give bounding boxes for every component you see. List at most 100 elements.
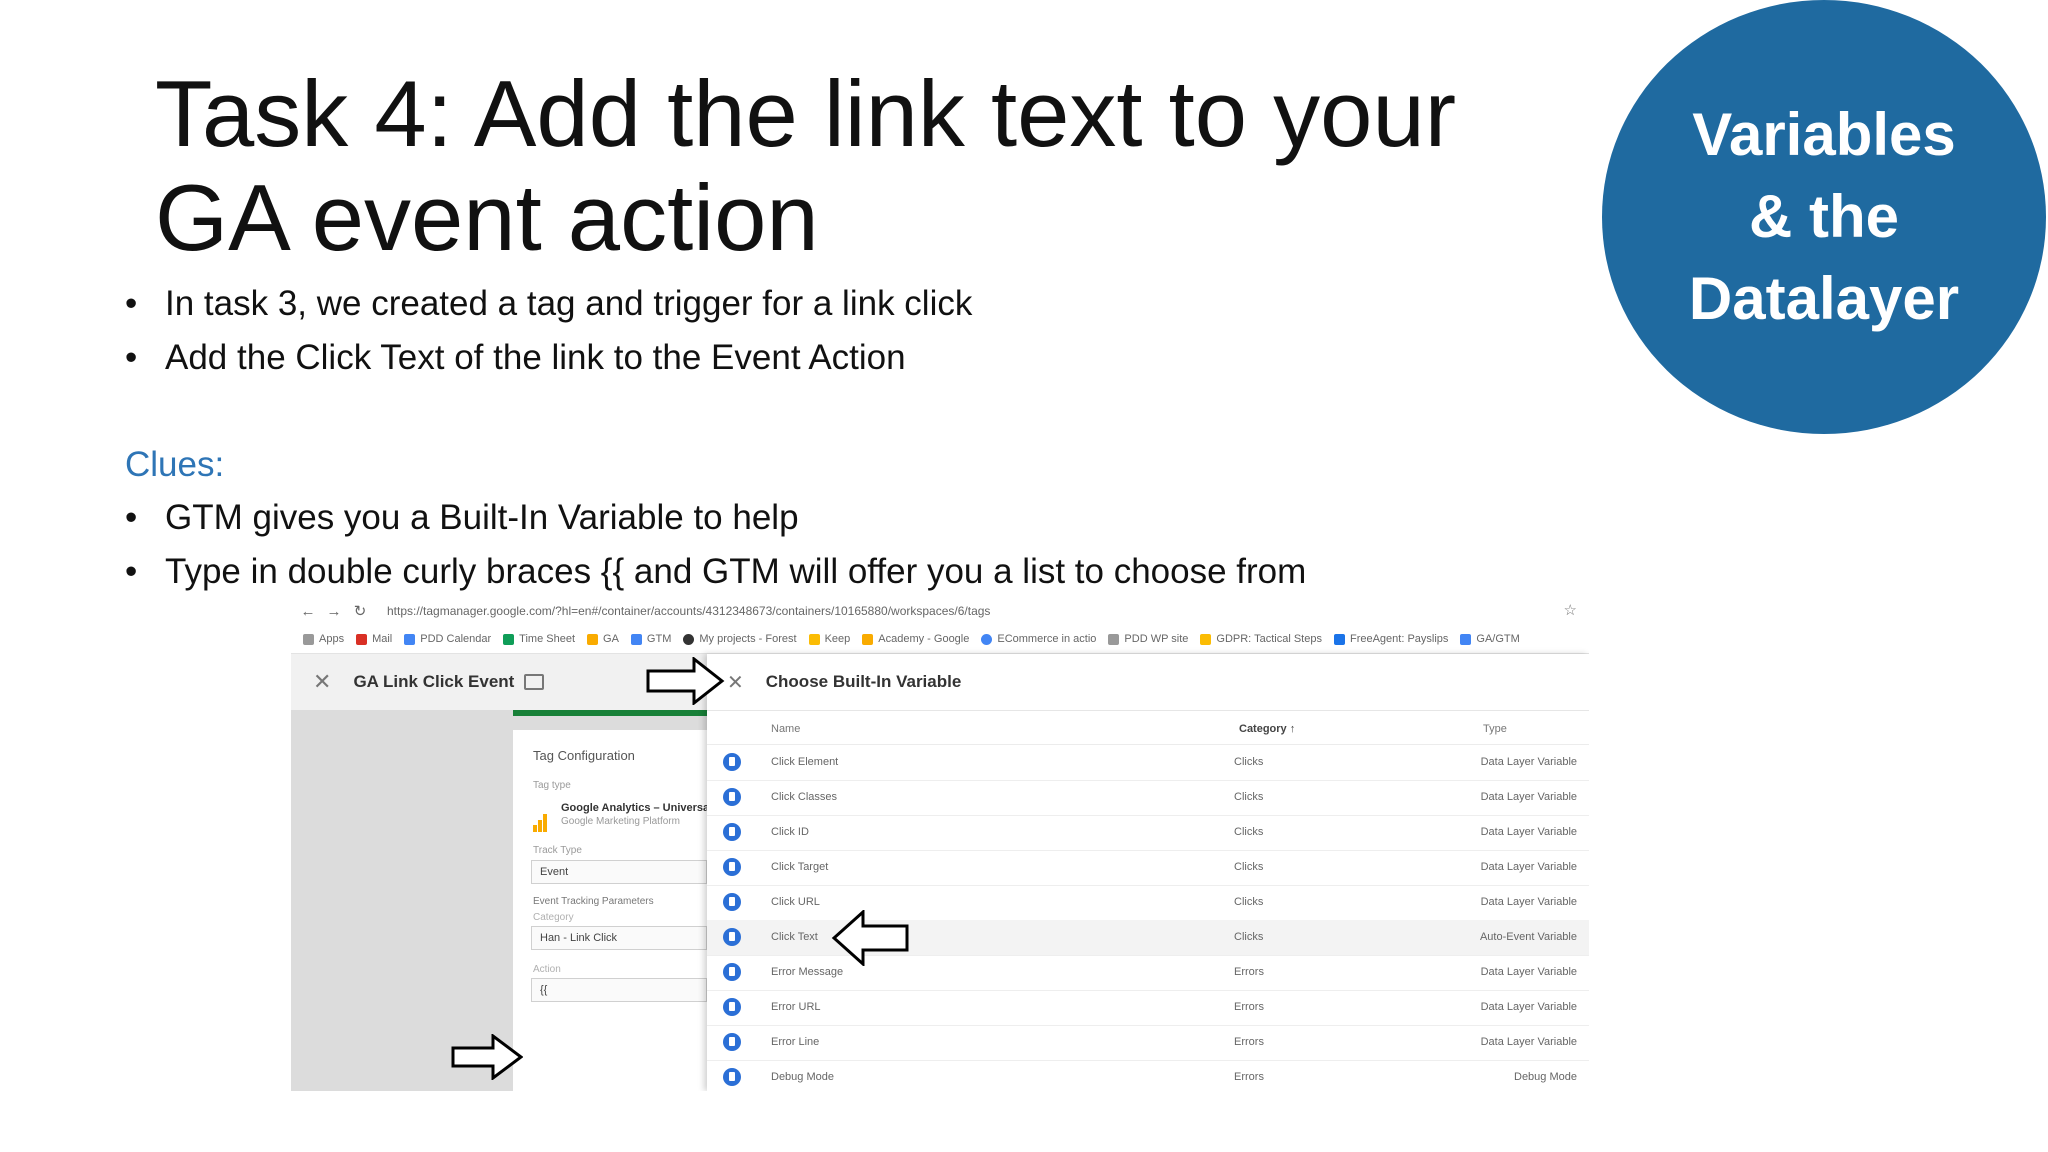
variable-name: Click Target — [771, 861, 829, 873]
variable-row[interactable]: Error URL Errors Data Layer Variable — [707, 990, 1589, 1026]
clues-heading: Clues: — [125, 445, 225, 484]
bullet-item: GTM gives you a Built-In Variable to hel… — [125, 491, 1306, 545]
topic-badge: Variables & the Datalayer — [1602, 0, 2046, 434]
tag-type-subtitle: Google Marketing Platform — [561, 816, 680, 827]
bookmark-item[interactable]: ECommerce in actio — [981, 633, 1096, 645]
back-icon[interactable]: ← — [299, 603, 317, 620]
variable-icon — [723, 1033, 741, 1051]
variable-category: Errors — [1234, 966, 1264, 978]
bookmark-item[interactable]: GA — [587, 633, 619, 645]
column-headers: Name Category ↑ Type — [707, 714, 1589, 745]
keep-icon — [808, 633, 820, 645]
action-input[interactable]: {{ — [531, 978, 707, 1002]
variable-type: Data Layer Variable — [1480, 1036, 1577, 1048]
arrow-left-icon — [831, 910, 909, 966]
analytics-icon — [862, 633, 874, 645]
gtm-icon — [630, 633, 642, 645]
variable-type: Data Layer Variable — [1480, 791, 1577, 803]
variable-row[interactable]: Click Classes Clicks Data Layer Variable — [707, 780, 1589, 816]
category-input[interactable]: Han - Link Click — [531, 926, 707, 950]
analytics-icon — [587, 633, 599, 645]
variable-type: Data Layer Variable — [1480, 966, 1577, 978]
calendar-icon — [404, 633, 416, 645]
task-bullets: In task 3, we created a tag and trigger … — [125, 277, 972, 385]
variable-name: Click URL — [771, 896, 820, 908]
variable-type: Data Layer Variable — [1480, 1001, 1577, 1013]
analytics-icon — [533, 814, 549, 832]
variable-icon — [723, 963, 741, 981]
bullet-item: Type in double curly braces {{ and GTM w… — [125, 545, 1306, 599]
bookmark-item[interactable]: Apps — [303, 633, 344, 645]
slide-title: Task 4: Add the link text to your GA eve… — [155, 61, 1457, 270]
bullet-item: Add the Click Text of the link to the Ev… — [125, 331, 972, 385]
tag-card-accent — [513, 710, 707, 716]
url-text[interactable]: https://tagmanager.google.com/?hl=en#/co… — [387, 604, 1487, 618]
variable-category: Errors — [1234, 1036, 1264, 1048]
variable-name: Click Text — [771, 931, 818, 943]
chooser-title: Choose Built-In Variable — [765, 672, 962, 691]
badge-line: Datalayer — [1688, 265, 1960, 332]
variable-category: Errors — [1234, 1001, 1264, 1013]
variable-icon — [723, 823, 741, 841]
close-icon[interactable]: ✕ — [313, 669, 331, 695]
variable-category: Clicks — [1234, 791, 1264, 803]
column-type[interactable]: Type — [1483, 723, 1507, 735]
variable-category: Clicks — [1234, 826, 1264, 838]
star-icon[interactable]: ☆ — [1564, 601, 1577, 619]
bookmark-item[interactable]: Academy - Google — [862, 633, 969, 645]
variable-row[interactable]: Click Element Clicks Data Layer Variable — [707, 745, 1589, 781]
variable-icon — [723, 753, 741, 771]
variable-icon — [723, 1068, 741, 1086]
address-bar: ← → ↻ https://tagmanager.google.com/?hl=… — [291, 597, 1589, 625]
bookmark-item[interactable]: Time Sheet — [503, 633, 575, 645]
bookmark-item[interactable]: GTM — [630, 633, 671, 645]
field-label: Action — [533, 964, 561, 975]
bookmark-item[interactable]: FreeAgent: Payslips — [1333, 633, 1448, 645]
forward-icon[interactable]: → — [325, 603, 343, 620]
link-icon — [1333, 633, 1345, 645]
variable-icon — [723, 928, 741, 946]
variable-row[interactable]: Click Target Clicks Data Layer Variable — [707, 850, 1589, 886]
gtm-screenshot: ← → ↻ https://tagmanager.google.com/?hl=… — [291, 597, 1589, 1091]
bookmark-item[interactable]: Mail — [356, 633, 392, 645]
tag-configuration-card: Tag Configuration Tag type Google Analyt… — [513, 730, 712, 1091]
field-label: Tag type — [533, 780, 571, 791]
column-name[interactable]: Name — [771, 723, 800, 735]
track-type-select[interactable]: Event — [531, 860, 707, 884]
tag-name[interactable]: GA Link Click Event — [353, 672, 514, 692]
variable-name: Error Line — [771, 1036, 820, 1048]
tag-type-name[interactable]: Google Analytics – Universal — [561, 802, 712, 814]
github-icon — [683, 633, 695, 645]
variable-name: Click Classes — [771, 791, 838, 803]
reload-icon[interactable]: ↻ — [351, 602, 369, 620]
bookmark-item[interactable]: Keep — [808, 633, 850, 645]
variable-icon — [723, 998, 741, 1016]
badge-line: Variables — [1692, 101, 1956, 168]
folder-icon[interactable] — [524, 674, 545, 690]
variable-row[interactable]: Click ID Clicks Data Layer Variable — [707, 815, 1589, 851]
bookmarks-bar: Apps Mail PDD Calendar Time Sheet GA GTM… — [291, 625, 1589, 654]
variable-type: Auto-Event Variable — [1479, 931, 1577, 943]
variable-category: Errors — [1234, 1071, 1264, 1083]
badge-line: & the — [1749, 183, 1899, 250]
bookmark-item[interactable]: GDPR: Tactical Steps — [1200, 633, 1322, 645]
variable-row[interactable]: Debug Mode Errors Debug Mode — [707, 1060, 1589, 1091]
bookmark-item[interactable]: PDD Calendar — [404, 633, 491, 645]
variable-category: Clicks — [1234, 896, 1264, 908]
variable-name: Error URL — [771, 1001, 821, 1013]
bullet-item: In task 3, we created a tag and trigger … — [125, 277, 972, 331]
column-category[interactable]: Category ↑ — [1239, 723, 1295, 735]
bookmark-item[interactable]: PDD WP site — [1108, 633, 1188, 645]
field-label: Track Type — [533, 845, 582, 856]
variable-name: Click Element — [771, 756, 839, 768]
variable-category: Clicks — [1234, 861, 1264, 873]
section-title: Tag Configuration — [533, 748, 635, 763]
variable-row[interactable]: Error Line Errors Data Layer Variable — [707, 1025, 1589, 1061]
variable-category: Clicks — [1234, 756, 1264, 768]
bookmark-item[interactable]: My projects - Forest — [683, 633, 797, 645]
field-label: Category — [533, 912, 574, 923]
bookmark-item[interactable]: GA/GTM — [1460, 633, 1520, 645]
variable-type: Debug Mode — [1514, 1071, 1577, 1083]
variable-type: Data Layer Variable — [1480, 756, 1577, 768]
close-icon[interactable]: ✕ — [727, 670, 744, 695]
